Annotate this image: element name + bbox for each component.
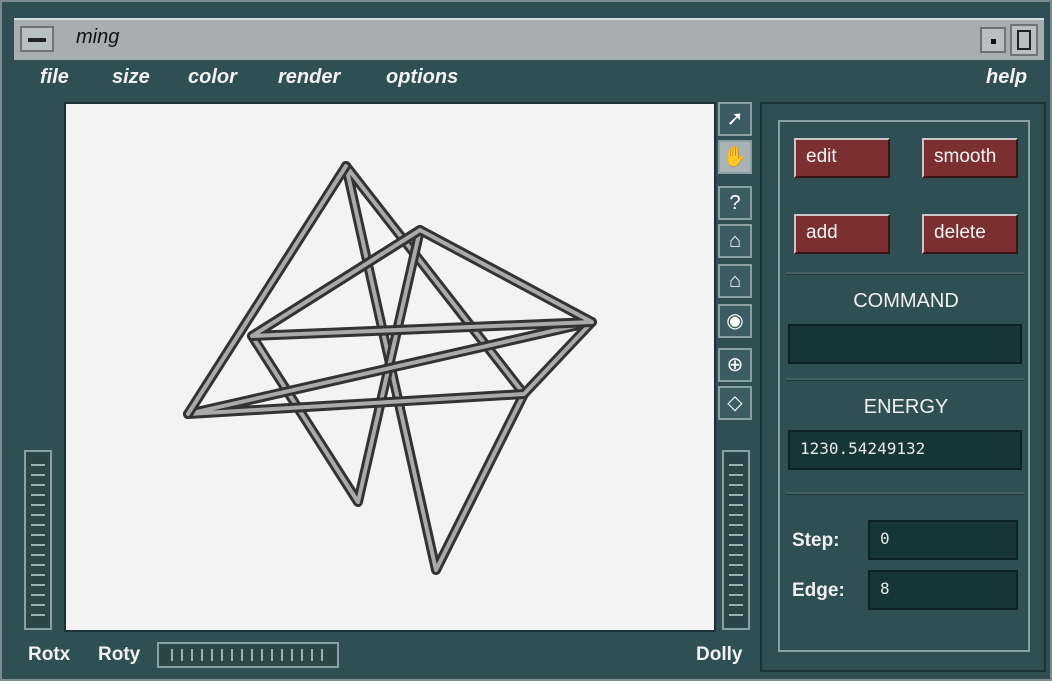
edge-field[interactable]: 8 [868, 570, 1018, 610]
help-tool-button[interactable]: ? [718, 186, 752, 220]
crosshair-icon: ⊕ [726, 354, 744, 376]
menu-options[interactable]: options [386, 66, 458, 89]
camera-icon: ◇ [727, 392, 743, 414]
step-field[interactable]: 0 [868, 520, 1018, 560]
divider [786, 492, 1024, 495]
question-icon: ? [729, 192, 741, 214]
viewer-toolbar: ➚ ✋ ? ⌂ ⌂ ◉ ⊕ ◇ [718, 102, 754, 432]
rotx-thumbwheel[interactable] [24, 450, 52, 630]
home-icon: ⌂ [728, 230, 742, 252]
hand-icon: ✋ [722, 146, 748, 168]
smooth-button[interactable]: smooth [922, 138, 1018, 178]
set-home-tool-button[interactable]: ⌂ [718, 264, 752, 298]
minimize-button[interactable] [980, 27, 1006, 53]
knot-render [183, 161, 597, 575]
menu-help[interactable]: help [986, 66, 1027, 89]
edit-button[interactable]: edit [794, 138, 890, 178]
seek-tool-button[interactable]: ⊕ [718, 348, 752, 382]
menu-file[interactable]: file [40, 66, 69, 89]
roty-label: Roty [98, 644, 141, 665]
pointer-icon: ➚ [726, 108, 744, 130]
hand-tool-button[interactable]: ✋ [718, 140, 752, 174]
energy-field: 1230.54249132 [788, 430, 1022, 470]
application-window: ming file size color render options help [0, 0, 1052, 681]
add-button[interactable]: add [794, 214, 890, 254]
perspective-tool-button[interactable]: ◇ [718, 386, 752, 420]
pointer-tool-button[interactable]: ➚ [718, 102, 752, 136]
title-bar: ming [14, 18, 1044, 62]
home-tool-button[interactable]: ⌂ [718, 224, 752, 258]
control-panel: edit smooth add delete COMMAND ENERGY 12… [778, 120, 1030, 652]
menu-color[interactable]: color [188, 66, 237, 89]
divider [786, 378, 1024, 381]
roty-thumbwheel[interactable] [157, 642, 339, 668]
energy-label: ENERGY [863, 396, 949, 418]
window-title: ming [76, 26, 120, 48]
menu-render[interactable]: render [278, 66, 340, 89]
set-home-icon: ⌂ [728, 270, 742, 292]
command-input[interactable] [788, 324, 1022, 364]
dolly-label: Dolly [696, 644, 743, 665]
edge-label: Edge: [792, 580, 845, 601]
window-menu-button[interactable] [20, 26, 54, 52]
view-all-tool-button[interactable]: ◉ [718, 304, 752, 338]
menu-size[interactable]: size [112, 66, 150, 89]
step-label: Step: [792, 530, 840, 551]
divider [786, 272, 1024, 275]
dolly-thumbwheel[interactable] [722, 450, 750, 630]
rotx-label: Rotx [28, 644, 71, 665]
maximize-button[interactable] [1010, 24, 1038, 56]
menu-bar: file size color render options help [14, 60, 1044, 96]
delete-button[interactable]: delete [922, 214, 1018, 254]
command-label: COMMAND [853, 290, 959, 312]
eye-icon: ◉ [726, 310, 744, 332]
3d-viewport[interactable] [64, 102, 716, 632]
